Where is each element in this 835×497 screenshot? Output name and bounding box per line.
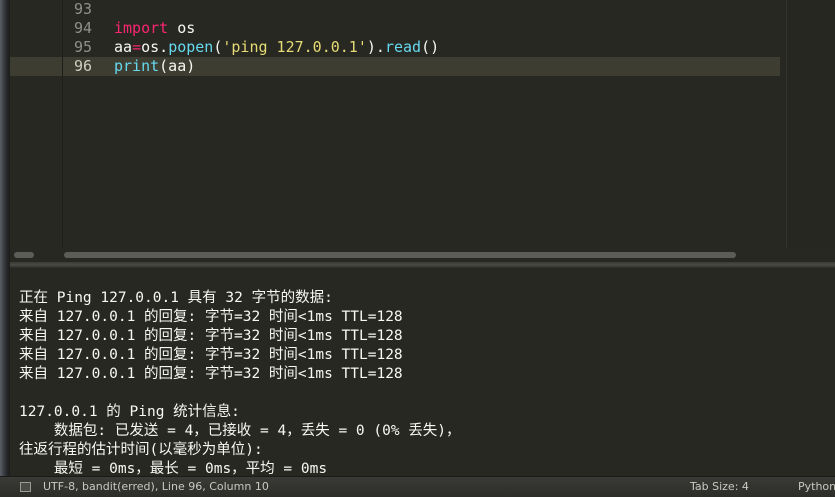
line-number: 96 — [73, 57, 92, 75]
code-token: (aa) — [159, 57, 196, 75]
code-line-active[interactable]: 96 print(aa) — [10, 57, 780, 76]
output-line: 数据包: 已发送 = 4，已接收 = 4，丢失 = 0 (0% 丢失)， — [19, 423, 461, 439]
code-text: import os — [114, 19, 195, 38]
function-token: print — [114, 57, 160, 75]
output-line: 正在 Ping 127.0.0.1 具有 32 字节的数据: — [19, 290, 333, 306]
gutter-scroll-thumb[interactable] — [14, 252, 34, 258]
line-number: 95 — [73, 38, 92, 56]
function-token: read — [384, 38, 422, 56]
code-editor[interactable]: 93 94 import os 95 aa=os.popen('ping 127… — [10, 0, 835, 248]
horizontal-scroll-thumb[interactable] — [64, 252, 736, 258]
string-token: 'ping 127.0.0.1' — [222, 38, 367, 56]
minimap[interactable] — [787, 0, 835, 248]
output-line: 往返行程的估计时间(以毫秒为单位): — [19, 442, 263, 458]
keyword-token: import — [114, 19, 169, 37]
gutter-divider — [62, 0, 63, 248]
code-token: os. — [141, 38, 169, 56]
output-line: 来自 127.0.0.1 的回复: 字节=32 时间<1ms TTL=128 — [19, 328, 403, 344]
code-text: aa=os.popen('ping 127.0.0.1').read() — [114, 38, 439, 57]
output-line: 来自 127.0.0.1 的回复: 字节=32 时间<1ms TTL=128 — [19, 347, 403, 363]
tab-size-selector[interactable]: Tab Size: 4 — [690, 480, 749, 493]
code-line[interactable]: 95 aa=os.popen('ping 127.0.0.1').read() — [10, 38, 780, 57]
line-number: 94 — [73, 19, 92, 37]
output-line: 最短 = 0ms，最长 = 0ms，平均 = 0ms — [19, 461, 328, 476]
status-info: UTF-8, bandit(erred), Line 96, Column 10 — [43, 480, 269, 493]
code-token: () — [421, 38, 440, 56]
code-token: aa — [114, 38, 133, 56]
operator-token: = — [132, 38, 142, 56]
code-line[interactable]: 93 — [10, 0, 780, 19]
code-token: ). — [366, 38, 385, 56]
window-left-edge — [0, 0, 10, 497]
code-text: print(aa) — [114, 57, 195, 76]
status-bar: UTF-8, bandit(erred), Line 96, Column 10… — [0, 476, 835, 497]
output-panel[interactable]: 正在 Ping 127.0.0.1 具有 32 字节的数据: 来自 127.0.… — [10, 268, 835, 476]
horizontal-scrollbar[interactable] — [10, 248, 835, 262]
panel-toggle-icon[interactable] — [20, 482, 31, 492]
output-line: 来自 127.0.0.1 的回复: 字节=32 时间<1ms TTL=128 — [19, 366, 403, 382]
function-token: popen — [168, 38, 214, 56]
code-token: os — [168, 19, 196, 37]
line-number: 93 — [73, 0, 92, 18]
syntax-selector[interactable]: Python — [798, 480, 835, 493]
output-line: 来自 127.0.0.1 的回复: 字节=32 时间<1ms TTL=128 — [19, 309, 403, 325]
output-line: 127.0.0.1 的 Ping 统计信息: — [19, 404, 240, 420]
code-line[interactable]: 94 import os — [10, 19, 780, 38]
